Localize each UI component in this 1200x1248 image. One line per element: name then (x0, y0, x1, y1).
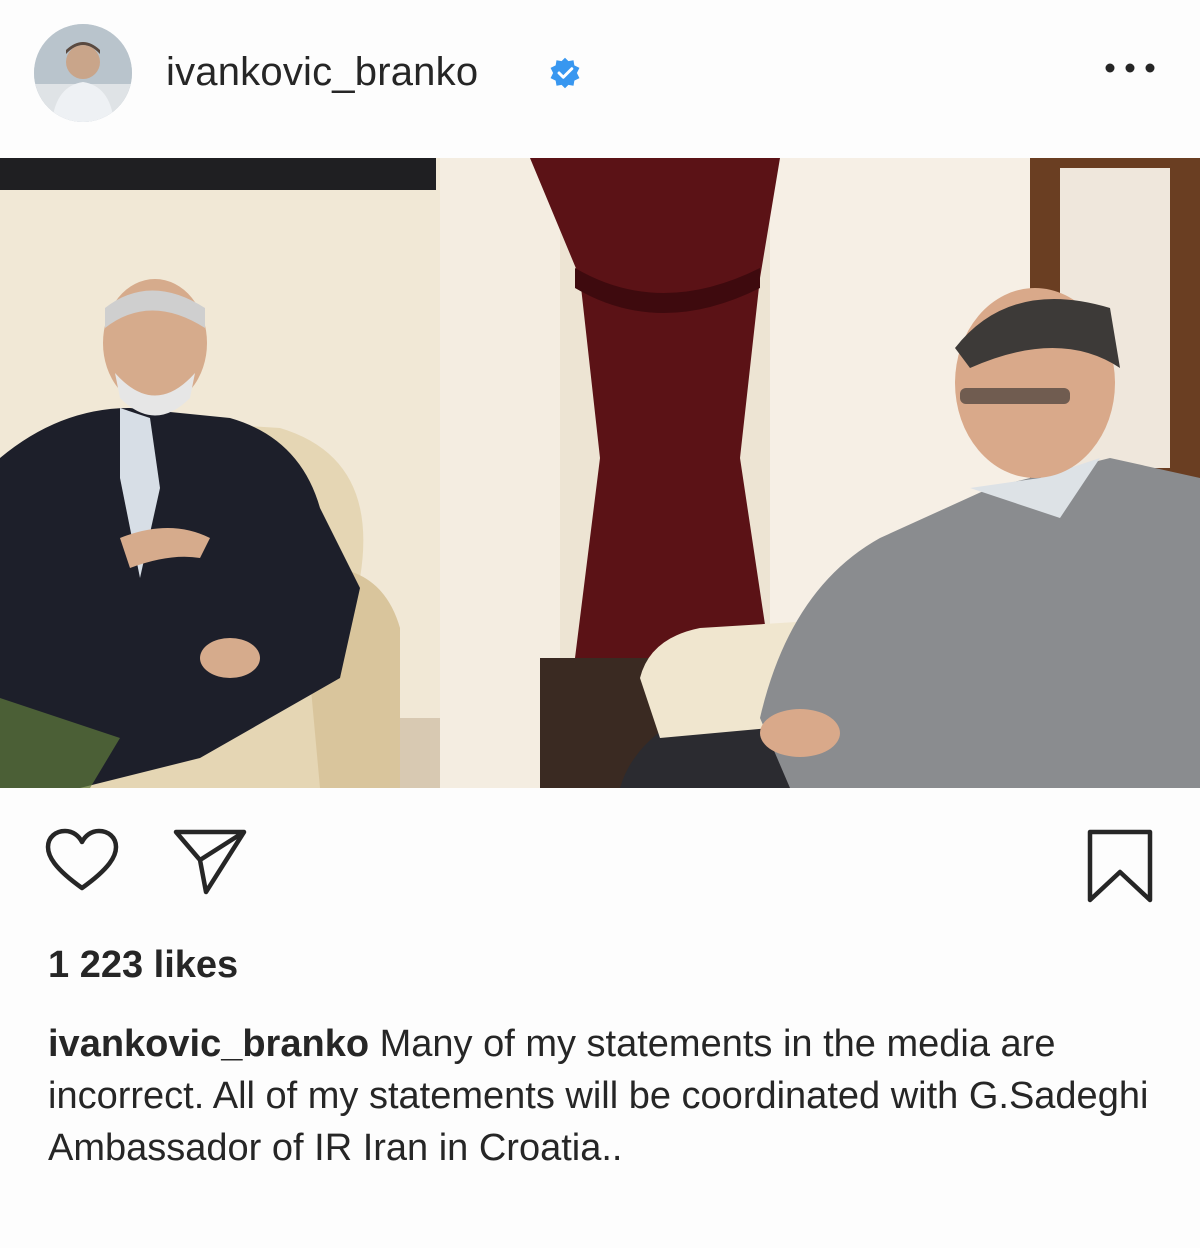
caption-username[interactable]: ivankovic_branko (48, 1023, 369, 1065)
more-options-icon[interactable] (1098, 48, 1162, 88)
avatar[interactable] (34, 24, 132, 122)
post-photo[interactable] (0, 158, 1200, 788)
heart-icon[interactable] (44, 828, 120, 894)
likes-count[interactable]: 1 223 likes (48, 944, 238, 987)
verified-badge-icon (550, 57, 580, 89)
post-header: ivankovic_branko (0, 0, 1200, 158)
post-actions-bar (0, 788, 1200, 928)
post-caption: ivankovic_branko Many of my statements i… (48, 1018, 1158, 1174)
paper-plane-icon[interactable] (172, 828, 248, 896)
post-username[interactable]: ivankovic_branko (166, 50, 478, 95)
bookmark-icon[interactable] (1084, 828, 1156, 904)
